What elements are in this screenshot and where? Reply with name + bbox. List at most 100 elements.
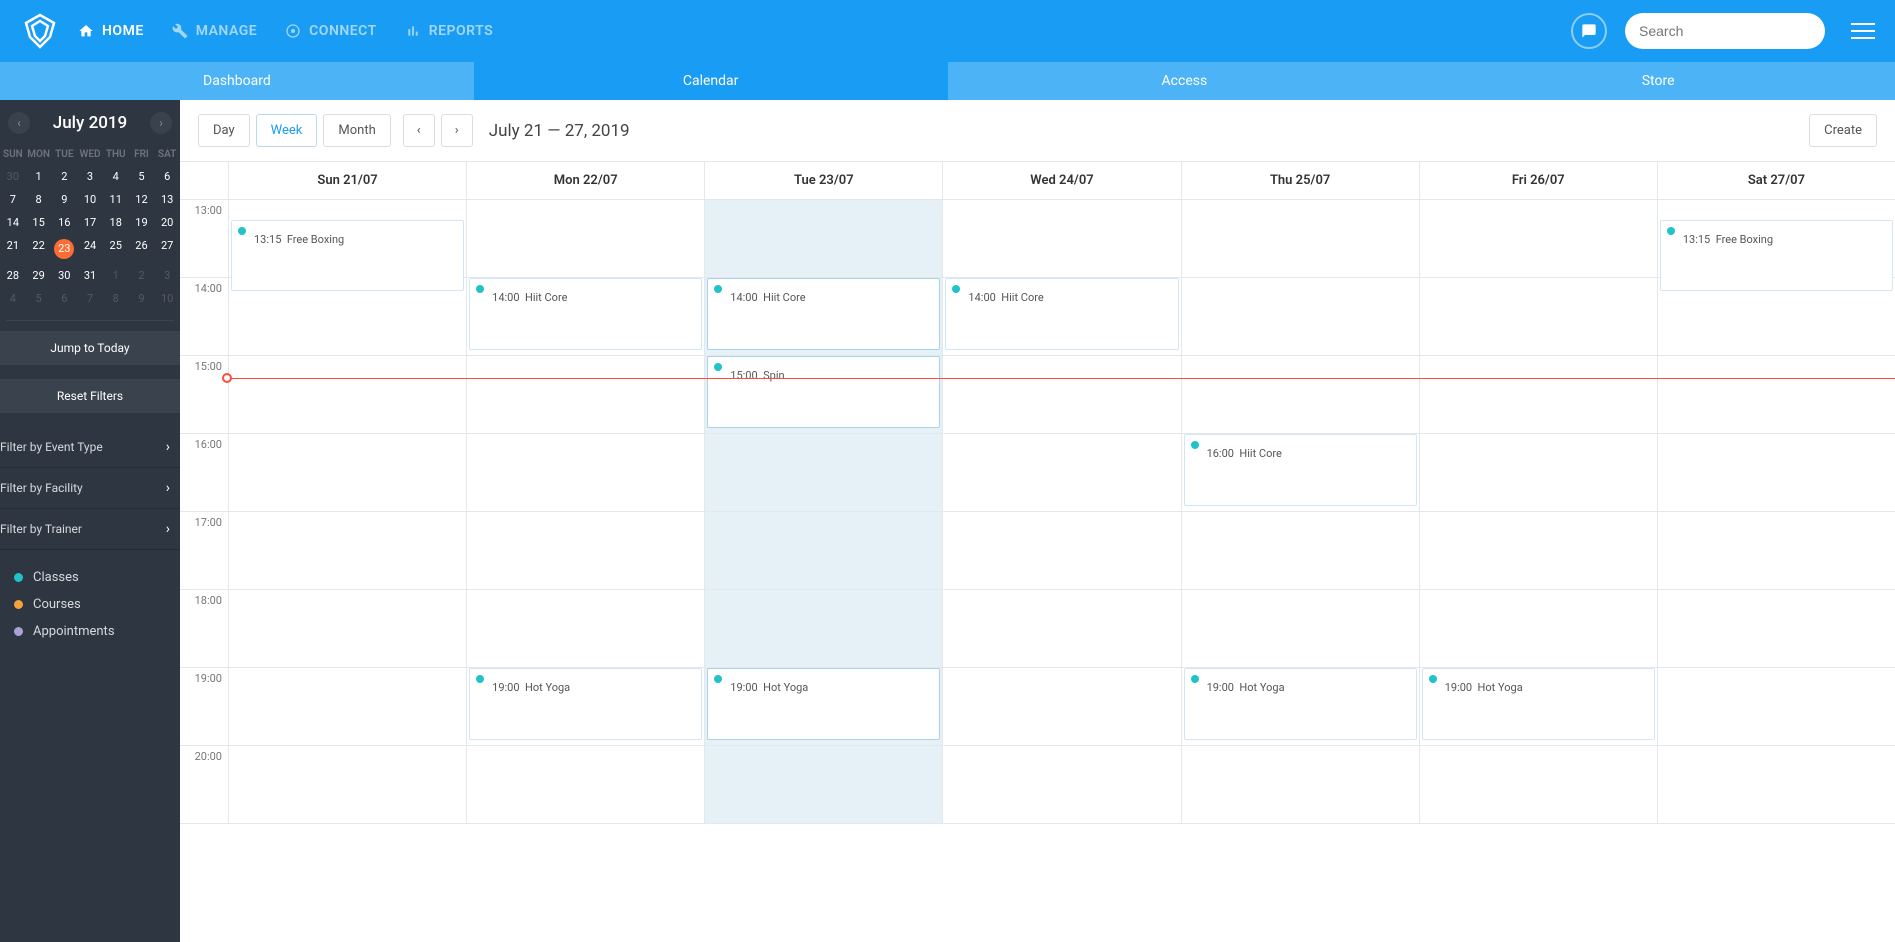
calendar-cell[interactable] xyxy=(942,356,1180,433)
mini-cal-day[interactable]: 21 xyxy=(0,234,26,264)
mini-cal-day[interactable]: 14 xyxy=(0,211,26,234)
calendar-cell[interactable] xyxy=(1419,590,1657,667)
mini-cal-day[interactable]: 10 xyxy=(154,287,180,310)
calendar-cell[interactable]: 13:15 Free Boxing xyxy=(228,200,466,277)
jump-today-button[interactable]: Jump to Today xyxy=(0,331,180,365)
mini-cal-day[interactable]: 10 xyxy=(77,188,103,211)
calendar-cell[interactable] xyxy=(1181,512,1419,589)
calendar-cell[interactable] xyxy=(466,746,704,823)
calendar-cell[interactable] xyxy=(1657,512,1895,589)
mini-cal-day[interactable]: 19 xyxy=(129,211,155,234)
event-hot-yoga[interactable]: 19:00 Hot Yoga xyxy=(1422,668,1655,740)
calendar-cell[interactable]: 19:00 Hot Yoga xyxy=(1419,668,1657,745)
mini-cal-day[interactable]: 6 xyxy=(154,165,180,188)
event-hot-yoga[interactable]: 19:00 Hot Yoga xyxy=(707,668,940,740)
filter-filter-by-trainer[interactable]: Filter by Trainer› xyxy=(0,509,180,550)
mini-cal-day[interactable]: 1 xyxy=(26,165,52,188)
calendar-cell[interactable] xyxy=(1181,200,1419,277)
filter-filter-by-facility[interactable]: Filter by Facility› xyxy=(0,468,180,509)
create-button[interactable]: Create xyxy=(1809,114,1877,147)
mini-cal-day[interactable]: 23 xyxy=(51,234,77,264)
calendar-cell[interactable]: 16:00 Hiit Core xyxy=(1181,434,1419,511)
calendar-cell[interactable] xyxy=(466,200,704,277)
calendar-cell[interactable]: 14:00 Hiit Core xyxy=(466,278,704,355)
mini-cal-day[interactable]: 3 xyxy=(154,264,180,287)
mini-cal-day[interactable]: 27 xyxy=(154,234,180,264)
calendar-cell[interactable] xyxy=(466,512,704,589)
calendar-cell[interactable] xyxy=(228,434,466,511)
calendar-cell[interactable] xyxy=(1181,278,1419,355)
mini-cal-day[interactable]: 15 xyxy=(26,211,52,234)
mini-cal-day[interactable]: 7 xyxy=(0,188,26,211)
mini-cal-day[interactable]: 2 xyxy=(129,264,155,287)
calendar-cell[interactable] xyxy=(228,746,466,823)
calendar-cell[interactable] xyxy=(942,746,1180,823)
calendar-cell[interactable] xyxy=(1657,668,1895,745)
calendar-cell[interactable] xyxy=(228,278,466,355)
menu-button[interactable] xyxy=(1851,23,1875,39)
tab-access[interactable]: Access xyxy=(948,62,1422,100)
event-hiit-core[interactable]: 14:00 Hiit Core xyxy=(469,278,702,350)
calendar-cell[interactable] xyxy=(942,434,1180,511)
mini-cal-day[interactable]: 13 xyxy=(154,188,180,211)
calendar-cell[interactable]: 15:00 Spin xyxy=(704,356,942,433)
calendar-cell[interactable] xyxy=(228,590,466,667)
calendar-cell[interactable]: 14:00 Hiit Core xyxy=(942,278,1180,355)
calendar-cell[interactable] xyxy=(942,668,1180,745)
calendar-cell[interactable] xyxy=(1419,512,1657,589)
calendar-cell[interactable]: 19:00 Hot Yoga xyxy=(1181,668,1419,745)
calendar-cell[interactable] xyxy=(466,434,704,511)
calendar-cell[interactable] xyxy=(466,356,704,433)
mini-cal-day[interactable]: 25 xyxy=(103,234,129,264)
calendar-cell[interactable] xyxy=(1419,434,1657,511)
event-hiit-core[interactable]: 14:00 Hiit Core xyxy=(707,278,940,350)
calendar-cell[interactable] xyxy=(1419,200,1657,277)
calendar-cell[interactable] xyxy=(1657,746,1895,823)
mini-cal-prev[interactable]: ‹ xyxy=(8,112,30,134)
mini-cal-day[interactable]: 5 xyxy=(129,165,155,188)
filter-filter-by-event-type[interactable]: Filter by Event Type› xyxy=(0,427,180,468)
calendar-cell[interactable]: 19:00 Hot Yoga xyxy=(704,668,942,745)
view-week-button[interactable]: Week xyxy=(256,114,318,147)
chat-button[interactable] xyxy=(1571,13,1607,49)
calendar-cell[interactable]: 14:00 Hiit Core xyxy=(704,278,942,355)
calendar-cell[interactable] xyxy=(1419,278,1657,355)
calendar-cell[interactable] xyxy=(704,434,942,511)
calendar-cell[interactable]: 19:00 Hot Yoga xyxy=(466,668,704,745)
mini-cal-day[interactable]: 9 xyxy=(51,188,77,211)
event-hot-yoga[interactable]: 19:00 Hot Yoga xyxy=(1184,668,1417,740)
calendar-cell[interactable] xyxy=(1181,356,1419,433)
mini-cal-day[interactable]: 17 xyxy=(77,211,103,234)
prev-button[interactable]: ‹ xyxy=(403,114,435,147)
view-day-button[interactable]: Day xyxy=(198,114,250,147)
calendar-cell[interactable] xyxy=(942,200,1180,277)
calendar-cell[interactable]: 13:15 Free Boxing xyxy=(1657,200,1895,277)
calendar-cell[interactable] xyxy=(1657,590,1895,667)
mini-cal-day[interactable]: 2 xyxy=(51,165,77,188)
mini-cal-day[interactable]: 9 xyxy=(129,287,155,310)
calendar-cell[interactable] xyxy=(228,356,466,433)
mini-cal-day[interactable]: 1 xyxy=(103,264,129,287)
mini-cal-day[interactable]: 8 xyxy=(103,287,129,310)
mini-cal-day[interactable]: 24 xyxy=(77,234,103,264)
calendar-cell[interactable] xyxy=(1657,278,1895,355)
calendar-cell[interactable] xyxy=(704,746,942,823)
mini-cal-day[interactable]: 20 xyxy=(154,211,180,234)
tab-dashboard[interactable]: Dashboard xyxy=(0,62,474,100)
calendar-cell[interactable] xyxy=(1657,434,1895,511)
calendar-cell[interactable] xyxy=(1181,746,1419,823)
calendar-cell[interactable] xyxy=(942,512,1180,589)
mini-cal-day[interactable]: 31 xyxy=(77,264,103,287)
calendar-cell[interactable] xyxy=(1181,590,1419,667)
tab-store[interactable]: Store xyxy=(1421,62,1895,100)
mini-cal-day[interactable]: 30 xyxy=(0,165,26,188)
tab-calendar[interactable]: Calendar xyxy=(474,62,948,100)
nav-item-home[interactable]: HOME xyxy=(78,23,144,39)
mini-cal-day[interactable]: 26 xyxy=(129,234,155,264)
nav-item-manage[interactable]: MANAGE xyxy=(172,23,257,39)
reset-filters-button[interactable]: Reset Filters xyxy=(0,379,180,413)
next-button[interactable]: › xyxy=(441,114,473,147)
event-spin[interactable]: 15:00 Spin xyxy=(707,356,940,428)
mini-cal-day[interactable]: 5 xyxy=(26,287,52,310)
nav-item-connect[interactable]: CONNECT xyxy=(285,23,377,39)
